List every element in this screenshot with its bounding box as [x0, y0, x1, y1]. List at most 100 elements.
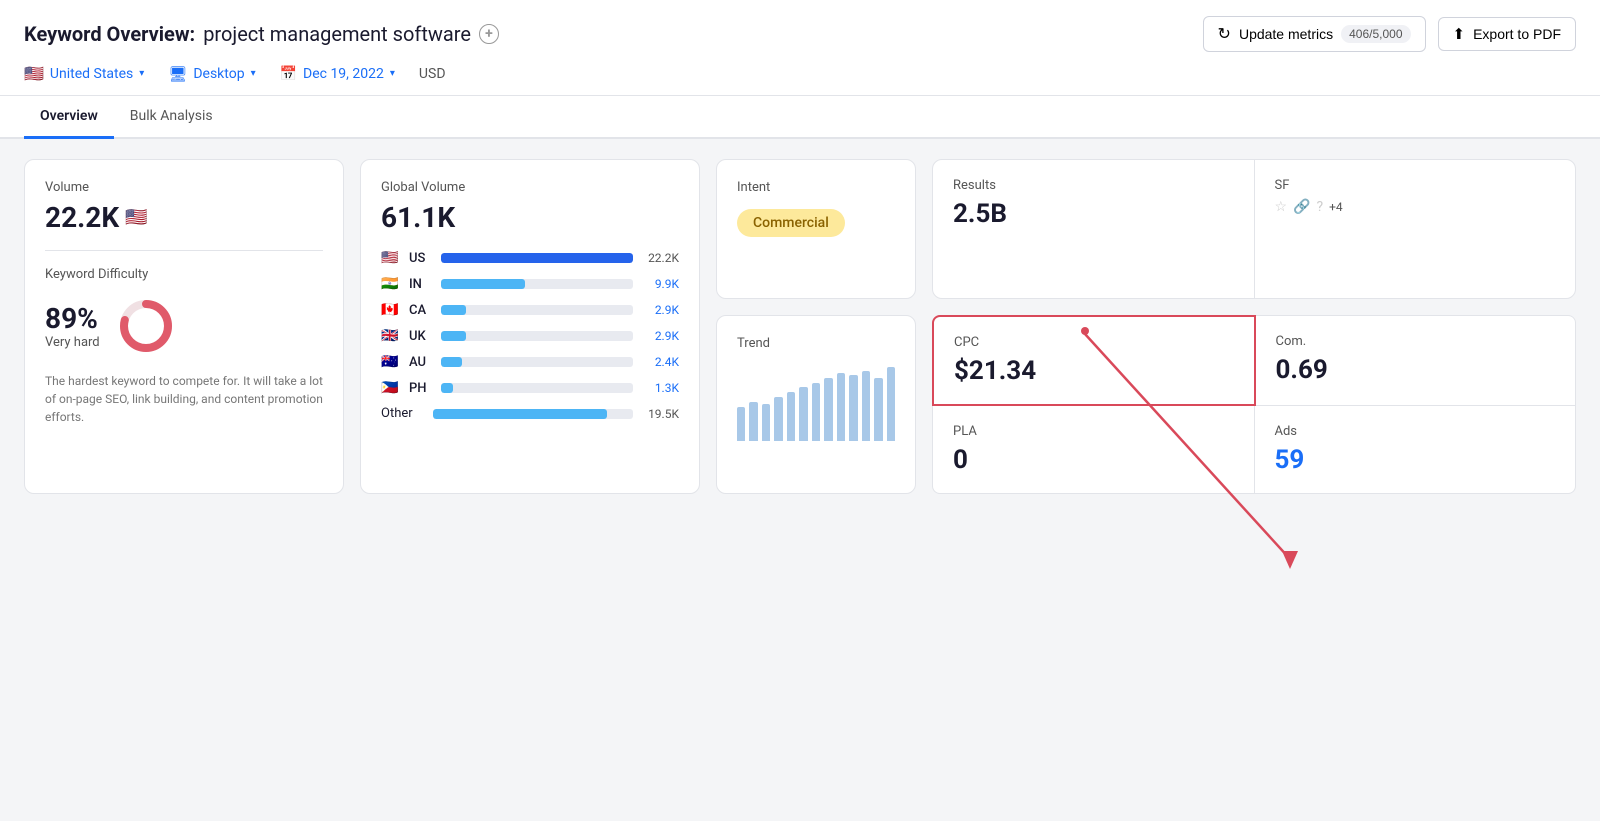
- trend-bar-12: [874, 378, 882, 441]
- us-flag: 🇺🇸: [24, 64, 44, 83]
- country-row-uk: 🇬🇧 UK 2.9K: [381, 328, 679, 344]
- sf-plus-count[interactable]: +4: [1329, 200, 1343, 214]
- ca-flag: 🇨🇦: [381, 302, 401, 318]
- uk-bar-bg: [441, 331, 633, 341]
- country-filter[interactable]: 🇺🇸 United States ▾: [24, 64, 144, 83]
- other-bar-fill: [433, 409, 607, 419]
- au-bar-fill: [441, 357, 462, 367]
- us-flag-volume: 🇺🇸: [125, 207, 147, 228]
- export-pdf-label: Export to PDF: [1473, 26, 1561, 42]
- country-row-us: 🇺🇸 US 22.2K: [381, 250, 679, 266]
- other-label: Other: [381, 406, 425, 421]
- date-filter[interactable]: 📅 Dec 19, 2022 ▾: [280, 66, 395, 82]
- ads-label: Ads: [1275, 424, 1556, 439]
- tab-bulk-analysis-label: Bulk Analysis: [130, 108, 213, 124]
- difficulty-text: Very hard: [45, 335, 100, 350]
- ph-flag: 🇵🇭: [381, 380, 401, 396]
- trend-label: Trend: [737, 336, 895, 351]
- ca-bar-bg: [441, 305, 633, 315]
- au-flag: 🇦🇺: [381, 354, 401, 370]
- date-chevron-icon: ▾: [390, 68, 395, 79]
- results-value: 2.5B: [953, 199, 1234, 229]
- trend-bar-13: [887, 367, 895, 441]
- trend-bar-9: [837, 373, 845, 441]
- difficulty-section: Keyword Difficulty 89% Very hard: [45, 267, 323, 426]
- difficulty-percent: 89%: [45, 302, 100, 335]
- country-chevron-icon: ▾: [139, 68, 144, 79]
- trend-bar-4: [774, 397, 782, 441]
- ads-value: 59: [1275, 445, 1556, 475]
- country-row-au: 🇦🇺 AU 2.4K: [381, 354, 679, 370]
- difficulty-description: The hardest keyword to compete for. It w…: [45, 372, 323, 426]
- trend-bar-8: [824, 378, 832, 441]
- results-cell: Results 2.5B: [933, 160, 1255, 298]
- in-bar-fill: [441, 279, 525, 289]
- results-label: Results: [953, 178, 1234, 193]
- country-rows: 🇺🇸 US 22.2K 🇮🇳 IN 9.9K: [381, 250, 679, 421]
- country-row-in: 🇮🇳 IN 9.9K: [381, 276, 679, 292]
- country-row-ph: 🇵🇭 PH 1.3K: [381, 380, 679, 396]
- page-title-label: Keyword Overview:: [24, 22, 195, 46]
- update-metrics-label: Update metrics: [1239, 26, 1333, 42]
- calendar-icon: 📅: [280, 66, 297, 82]
- sf-label: SF: [1275, 178, 1556, 193]
- refresh-icon: ↻: [1218, 24, 1231, 44]
- currency-filter: USD: [419, 66, 446, 82]
- trend-bar-7: [812, 383, 820, 441]
- export-icon: ⬆: [1453, 25, 1466, 43]
- cpc-value: $21.34: [954, 356, 1234, 386]
- global-volume-label: Global Volume: [381, 180, 679, 195]
- au-bar-bg: [441, 357, 633, 367]
- intent-card: Intent Commercial: [716, 159, 916, 299]
- update-counter: 406/5,000: [1341, 25, 1410, 43]
- us-bar-fill: [441, 253, 633, 263]
- star-icon[interactable]: ☆: [1275, 199, 1288, 215]
- us-flag-global: 🇺🇸: [381, 250, 401, 266]
- ads-cell: Ads 59: [1255, 406, 1577, 494]
- trend-bars: [737, 361, 895, 441]
- trend-bar-5: [787, 392, 795, 441]
- header-actions: ↻ Update metrics 406/5,000 ⬆ Export to P…: [1203, 16, 1576, 52]
- other-bar-bg: [433, 409, 633, 419]
- country-row-ca: 🇨🇦 CA 2.9K: [381, 302, 679, 318]
- main-content: Volume 22.2K 🇺🇸 Keyword Difficulty 89% V…: [0, 139, 1600, 514]
- trend-card: Trend: [716, 315, 916, 494]
- ca-bar-fill: [441, 305, 466, 315]
- cpc-label: CPC: [954, 335, 1234, 350]
- main-content-wrapper: Volume 22.2K 🇺🇸 Keyword Difficulty 89% V…: [0, 139, 1600, 514]
- pla-value: 0: [953, 445, 1234, 475]
- tab-bulk-analysis[interactable]: Bulk Analysis: [114, 96, 229, 139]
- export-pdf-button[interactable]: ⬆ Export to PDF: [1438, 17, 1577, 51]
- pla-cell: PLA 0: [932, 406, 1255, 494]
- intent-badge: Commercial: [737, 209, 845, 237]
- trend-bar-2: [749, 402, 757, 441]
- device-filter[interactable]: 🖥 Desktop ▾: [168, 65, 255, 83]
- right-section: Intent Commercial Results 2.5B SF ☆: [716, 159, 1576, 494]
- header-filters: 🇺🇸 United States ▾ 🖥 Desktop ▾ 📅 Dec 19,…: [24, 64, 1576, 95]
- tab-overview[interactable]: Overview: [24, 96, 114, 139]
- difficulty-donut: [116, 296, 176, 356]
- in-bar-bg: [441, 279, 633, 289]
- global-volume-card: Global Volume 61.1K 🇺🇸 US 22.2K: [360, 159, 700, 494]
- uk-bar-fill: [441, 331, 466, 341]
- sf-icons: ☆ 🔗 ? +4: [1275, 199, 1556, 215]
- cpc-com-row: CPC $21.34 Com. 0.69: [932, 315, 1576, 406]
- ph-bar-bg: [441, 383, 633, 393]
- link-icon[interactable]: 🔗: [1293, 199, 1310, 215]
- difficulty-value: 89% Very hard: [45, 302, 100, 350]
- com-value: 0.69: [1276, 355, 1556, 385]
- volume-value: 22.2K 🇺🇸: [45, 201, 323, 234]
- device-filter-label: Desktop: [193, 66, 244, 82]
- tab-overview-label: Overview: [40, 108, 98, 124]
- trend-bar-3: [762, 404, 770, 441]
- trend-bar-10: [849, 375, 857, 441]
- other-row: Other 19.5K: [381, 406, 679, 421]
- add-keyword-icon[interactable]: +: [479, 24, 499, 44]
- desktop-icon: 🖥: [168, 65, 187, 83]
- update-metrics-button[interactable]: ↻ Update metrics 406/5,000: [1203, 16, 1426, 52]
- global-volume-value: 61.1K: [381, 201, 679, 234]
- results-sf-card: Results 2.5B SF ☆ 🔗 ? +4: [932, 159, 1576, 299]
- uk-flag: 🇬🇧: [381, 328, 401, 344]
- pla-ads-row: PLA 0 Ads 59: [932, 406, 1576, 494]
- question-icon[interactable]: ?: [1317, 199, 1324, 215]
